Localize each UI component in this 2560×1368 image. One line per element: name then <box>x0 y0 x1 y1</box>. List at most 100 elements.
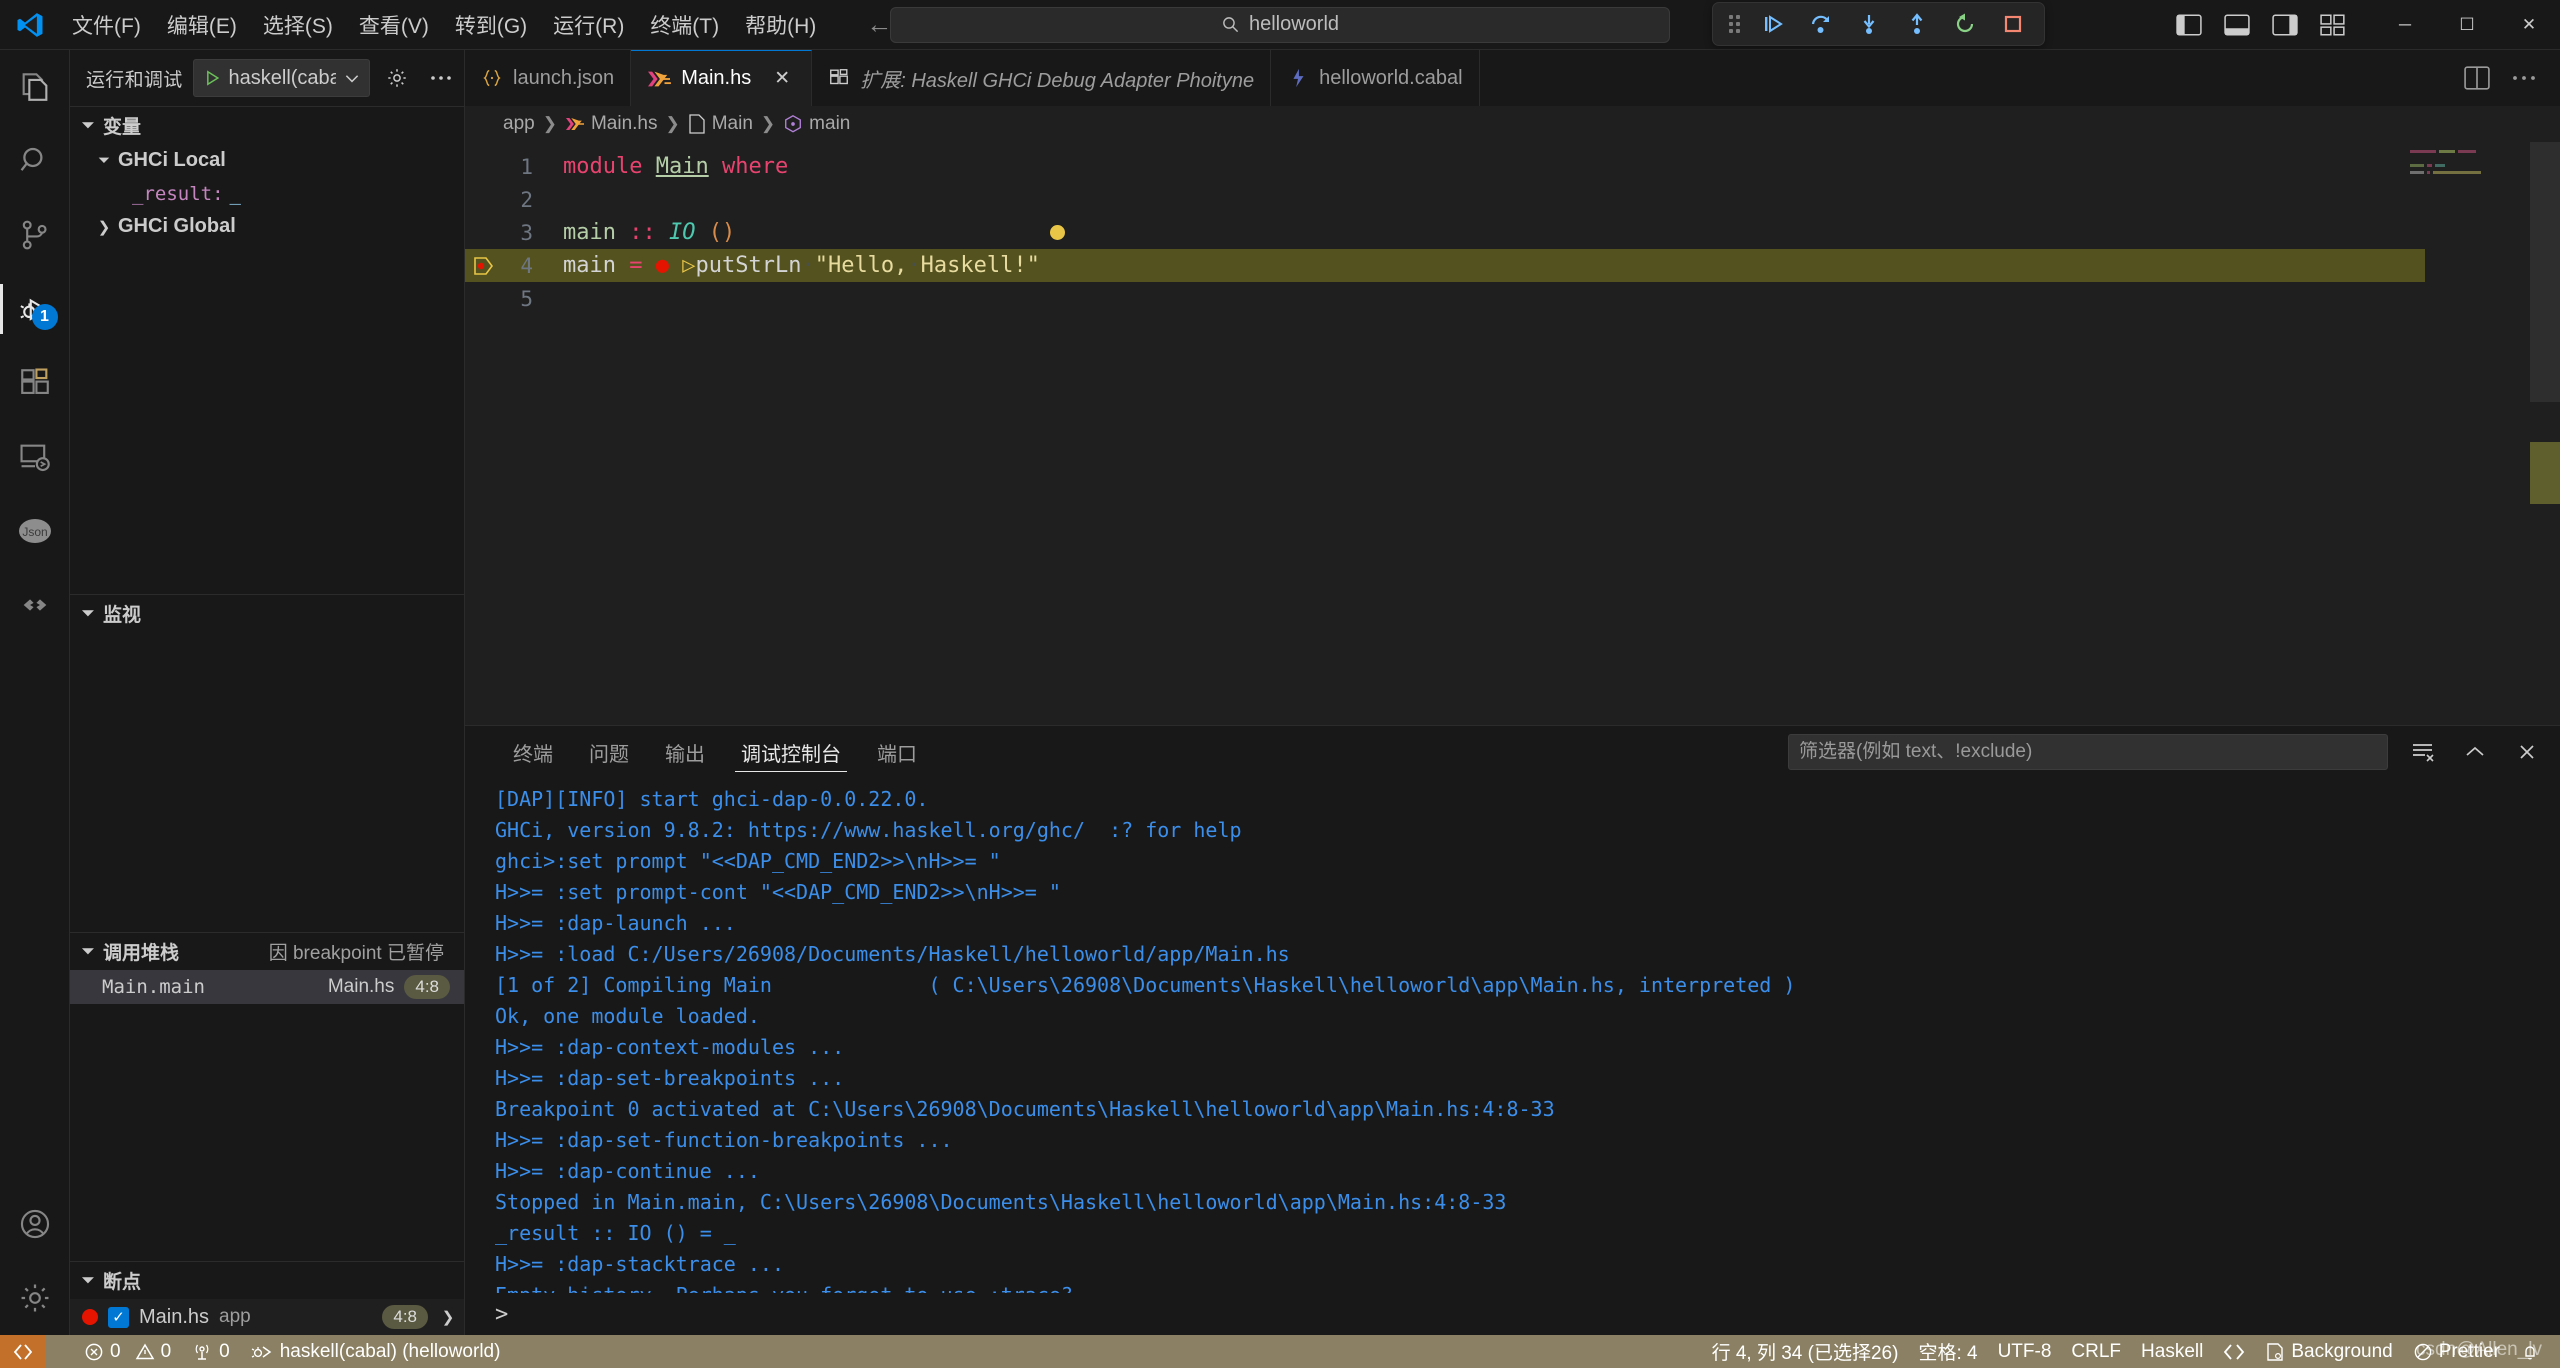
panel-tab-terminal[interactable]: 终端 <box>495 726 571 778</box>
maximize-panel-button[interactable] <box>2458 735 2492 769</box>
sidebar-more-actions-button[interactable] <box>424 61 458 95</box>
console-filter-box[interactable] <box>1788 734 2388 770</box>
editor-more-actions-icon[interactable] <box>2512 74 2536 82</box>
menu-item-run[interactable]: 运行(R) <box>541 6 636 44</box>
window-minimize-button[interactable]: ─ <box>2374 0 2436 50</box>
remote-indicator[interactable] <box>0 1335 46 1368</box>
debug-configuration-select[interactable]: haskell(caba <box>192 59 370 97</box>
chevron-down-icon[interactable] <box>343 69 361 87</box>
debug-console-output[interactable]: [DAP][INFO] start ghci-dap-0.0.22.0. GHC… <box>465 778 2560 1293</box>
watch-pane-header[interactable]: ⏷ 监视 <box>70 594 464 632</box>
close-icon[interactable]: ✕ <box>769 66 795 92</box>
variable-scope-ghci-global[interactable]: ❯ GHCi Global <box>70 210 464 243</box>
breadcrumb-item-symbol-main[interactable]: main <box>783 113 850 135</box>
status-problems[interactable]: 0 0 <box>74 1335 181 1368</box>
variable-row-result[interactable]: _result: _ <box>70 177 464 210</box>
callstack-frame-row[interactable]: Main.main Main.hs 4:8 <box>70 970 464 1004</box>
open-launch-json-button[interactable] <box>380 61 414 95</box>
debug-console-input-row[interactable]: > <box>465 1293 2560 1335</box>
code-line-2[interactable]: 2 <box>465 183 2560 216</box>
menu-item-view[interactable]: 查看(V) <box>347 6 441 44</box>
debug-toolbar[interactable] <box>1712 2 2045 46</box>
continue-button[interactable] <box>1758 9 1788 39</box>
panel-tab-debug-console[interactable]: 调试控制台 <box>723 726 859 778</box>
window-close-button[interactable]: ✕ <box>2498 0 2560 50</box>
status-ports[interactable]: 0 <box>181 1335 240 1368</box>
variable-scope-ghci-local[interactable]: ⏷ GHCi Local <box>70 144 464 177</box>
tab-launch-json[interactable]: launch.json <box>465 50 632 106</box>
status-debug-session[interactable]: haskell(cabal) (helloworld) <box>240 1335 511 1368</box>
drag-grip-icon[interactable] <box>1729 15 1740 33</box>
close-panel-button[interactable] <box>2510 735 2544 769</box>
toggle-panel-icon[interactable] <box>2224 13 2250 36</box>
activitybar-item-remote-explorer[interactable] <box>0 420 70 494</box>
scope-label: GHCi Local <box>118 149 226 171</box>
activitybar-item-explorer[interactable] <box>0 50 70 124</box>
console-filter-input[interactable] <box>1799 741 2377 763</box>
breadcrumb-item-main-hs[interactable]: Main.hs <box>565 113 657 135</box>
clear-console-button[interactable] <box>2406 735 2440 769</box>
toggle-secondary-sidebar-icon[interactable] <box>2272 13 2298 36</box>
activitybar-item-extensions[interactable] <box>0 346 70 420</box>
arrow-left-icon[interactable]: ← <box>866 9 892 40</box>
breakpoint-row[interactable]: ✓ Main.hs app 4:8 ❯ <box>70 1299 464 1335</box>
gutter-breakpoint-icon[interactable] <box>465 255 503 277</box>
code-line-3[interactable]: 3 main :: IO () <box>465 216 2560 249</box>
breakpoints-pane-header[interactable]: ⏷ 断点 <box>70 1261 464 1299</box>
console-line: H>>= :load C:/Users/26908/Documents/Hask… <box>495 942 1290 966</box>
step-over-button[interactable] <box>1806 9 1836 39</box>
activitybar-item-accounts[interactable] <box>0 1187 70 1261</box>
callstack-pane-header[interactable]: ⏷ 调用堆栈 因 breakpoint 已暂停 <box>70 932 464 970</box>
panel-tab-problems[interactable]: 问题 <box>571 726 647 778</box>
menu-item-selection[interactable]: 选择(S) <box>251 6 345 44</box>
breadcrumb-item-app[interactable]: app <box>503 113 535 135</box>
status-background-task[interactable]: Background <box>2255 1335 2402 1368</box>
breakpoint-enabled-checkbox[interactable]: ✓ <box>108 1306 129 1328</box>
panel-tab-ports[interactable]: 端口 <box>859 726 935 778</box>
window-maximize-button[interactable]: ☐ <box>2436 0 2498 50</box>
status-notifications[interactable] <box>2510 1335 2550 1368</box>
status-prettier[interactable]: Prettier <box>2403 1335 2510 1368</box>
status-cursor-position[interactable]: 行 4, 列 34 (已选择26) <box>1702 1335 1909 1368</box>
activitybar-item-todo-tree[interactable] <box>0 568 70 642</box>
menu-item-go[interactable]: 转到(G) <box>443 6 539 44</box>
activitybar-item-source-control[interactable] <box>0 198 70 272</box>
menu-item-file[interactable]: 文件(F) <box>60 6 153 44</box>
activitybar-item-json-tools[interactable]: Json <box>0 494 70 568</box>
status-indentation[interactable]: 空格: 4 <box>1908 1335 1987 1368</box>
step-out-button[interactable] <box>1902 9 1932 39</box>
tab-extension-phoityne[interactable]: 扩展: Haskell GHCi Debug Adapter Phoityne <box>812 50 1272 106</box>
minimap[interactable] <box>2410 150 2530 725</box>
split-editor-icon[interactable] <box>2464 66 2490 90</box>
status-language-mode[interactable]: Haskell <box>2131 1335 2213 1368</box>
scrollbar-thumb[interactable] <box>2530 142 2560 402</box>
menu-bar[interactable]: 文件(F) 编辑(E) 选择(S) 查看(V) 转到(G) 运行(R) 终端(T… <box>60 6 828 44</box>
debug-configuration-name: haskell(caba <box>228 66 336 89</box>
restart-button[interactable] <box>1950 9 1980 39</box>
variables-pane-header[interactable]: ⏷ 变量 <box>70 106 464 144</box>
tab-helloworld-cabal[interactable]: helloworld.cabal <box>1271 50 1480 106</box>
code-editor[interactable]: 1 module Main where 2 3 main :: IO () 4 … <box>465 142 2560 725</box>
stop-button[interactable] <box>1998 9 2028 39</box>
command-center[interactable]: helloworld <box>890 6 1670 43</box>
status-live-share[interactable] <box>2213 1335 2255 1368</box>
customize-layout-icon[interactable] <box>2320 13 2346 36</box>
activitybar-item-run-and-debug[interactable]: 1 <box>0 272 70 346</box>
step-into-button[interactable] <box>1854 9 1884 39</box>
editor-scrollbar[interactable] <box>2530 142 2560 725</box>
toggle-primary-sidebar-icon[interactable] <box>2176 13 2202 36</box>
code-line-1[interactable]: 1 module Main where <box>465 150 2560 183</box>
menu-item-terminal[interactable]: 终端(T) <box>638 6 731 44</box>
menu-item-help[interactable]: 帮助(H) <box>733 6 828 44</box>
status-encoding[interactable]: UTF-8 <box>1988 1335 2062 1368</box>
breadcrumb-item-module-main[interactable]: Main <box>688 113 753 135</box>
chevron-right-icon[interactable]: ❯ <box>440 1308 456 1326</box>
status-eol[interactable]: CRLF <box>2061 1335 2131 1368</box>
tab-main-hs[interactable]: Main.hs ✕ <box>631 50 813 106</box>
activitybar-item-search[interactable] <box>0 124 70 198</box>
activitybar-item-manage-settings[interactable] <box>0 1261 70 1335</box>
code-line-4[interactable]: 4 main = ● ▷putStrLn·"Hello,·Haskell!" <box>465 249 2425 282</box>
panel-tab-output[interactable]: 输出 <box>647 726 723 778</box>
menu-item-edit[interactable]: 编辑(E) <box>155 6 249 44</box>
code-line-5[interactable]: 5 <box>465 282 2560 315</box>
